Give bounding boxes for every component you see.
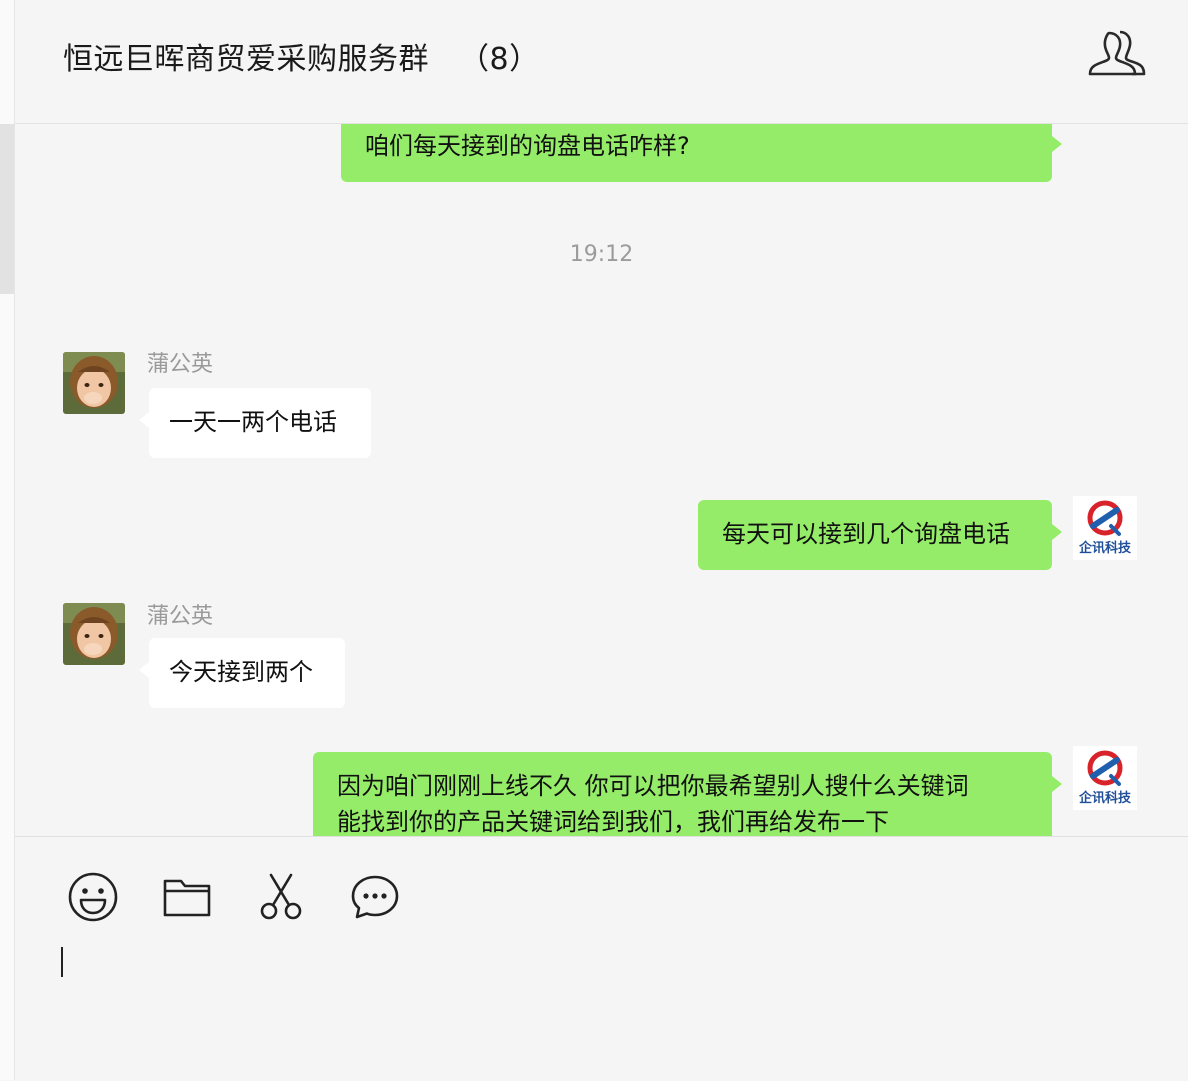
message-timestamp: 19:12 xyxy=(569,242,634,267)
self-avatar[interactable]: 企讯科技 xyxy=(1073,496,1137,560)
message-bubble-incoming[interactable]: 今天接到两个 xyxy=(139,638,345,708)
group-members-button[interactable] xyxy=(1087,26,1147,78)
group-name: 恒远巨晖商贸爱采购服务群 xyxy=(63,42,429,77)
message-text: 今天接到两个 xyxy=(169,658,313,686)
message-list[interactable]: 咱们每天接到的询盘电话咋样? 19:12 蒲公英 一天一两个电话 每天可以接到几… xyxy=(15,124,1188,836)
screenshot-button[interactable] xyxy=(253,869,309,925)
self-avatar-label: 企讯科技 xyxy=(1078,540,1132,556)
message-bubble-outgoing[interactable]: 咱们每天接到的询盘电话咋样? xyxy=(341,124,1062,182)
message-text: 咱们每天接到的询盘电话咋样? xyxy=(365,132,690,160)
message-text-line: 因为咱门刚刚上线不久 你可以把你最希望别人搜什么关键词 xyxy=(337,772,969,800)
message-bubble-outgoing[interactable]: 每天可以接到几个询盘电话 xyxy=(698,500,1062,570)
message-bubble-outgoing[interactable]: 因为咱门刚刚上线不久 你可以把你最希望别人搜什么关键词 能找到你的产品关键词给到… xyxy=(313,752,1062,836)
chat-header: 恒远巨晖商贸爱采购服务群 （8） xyxy=(15,0,1188,124)
message-input[interactable] xyxy=(55,937,1155,1067)
member-count: （8） xyxy=(459,42,540,77)
emoji-icon xyxy=(68,872,118,922)
text-cursor xyxy=(61,947,63,977)
contact-avatar[interactable] xyxy=(63,352,125,414)
self-avatar-label: 企讯科技 xyxy=(1078,790,1132,806)
sender-name: 蒲公英 xyxy=(147,352,214,377)
group-members-icon xyxy=(1088,30,1146,76)
message-text: 一天一两个电话 xyxy=(169,408,337,436)
folder-icon xyxy=(163,879,211,917)
message-bubble-incoming[interactable]: 一天一两个电话 xyxy=(139,388,371,458)
emoji-button[interactable] xyxy=(65,869,121,925)
chat-bubble-icon xyxy=(351,875,399,919)
compose-area xyxy=(15,836,1188,1081)
sidebar-scroll-thumb[interactable] xyxy=(0,124,14,294)
sender-name: 蒲公英 xyxy=(147,604,214,629)
sidebar-scroll-strip[interactable] xyxy=(0,0,15,1080)
contact-avatar[interactable] xyxy=(63,603,125,665)
message-text: 每天可以接到几个询盘电话 xyxy=(722,520,1010,548)
scissors-icon xyxy=(260,873,302,920)
file-button[interactable] xyxy=(159,869,215,925)
chat-title: 恒远巨晖商贸爱采购服务群 （8） xyxy=(63,34,540,78)
self-avatar[interactable]: 企讯科技 xyxy=(1073,746,1137,810)
message-text-line: 能找到你的产品关键词给到我们，我们再给发布一下 xyxy=(337,808,889,836)
chat-history-button[interactable] xyxy=(347,869,403,925)
